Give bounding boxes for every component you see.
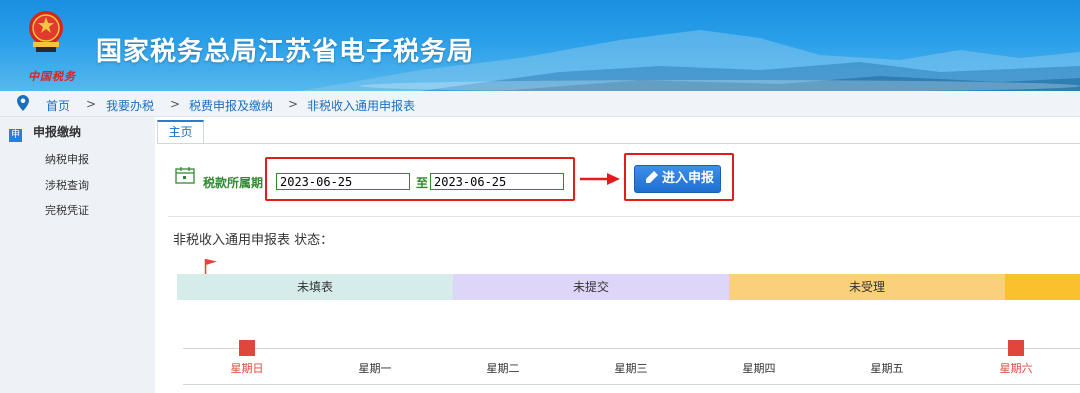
tax-emblem-icon: [29, 11, 63, 52]
edit-pen-icon: [646, 171, 658, 183]
status-next-stage: [1005, 274, 1080, 300]
weekday-thursday: 星期四: [742, 362, 776, 375]
sidebar-section-title: 申报缴纳: [33, 125, 82, 139]
site-header: 中国税务 国家税务总局江苏省电子税务局: [0, 0, 1080, 91]
weekday-saturday: 星期六: [999, 362, 1033, 375]
timeline-bottom-line: [183, 384, 1080, 385]
tab-home[interactable]: 主页: [157, 120, 204, 143]
breadcrumb-tax-handling[interactable]: 我要办税: [106, 97, 154, 114]
enter-declaration-label: 进入申报: [662, 171, 715, 186]
status-not-submitted: 未提交: [453, 274, 729, 300]
status-title: 非税收入通用申报表 状态：: [173, 233, 334, 248]
weekday-monday: 星期一: [358, 362, 392, 375]
breadcrumb-current: 非税收入通用申报表: [307, 99, 416, 113]
breadcrumb-separator: >: [170, 97, 181, 111]
enter-declaration-button[interactable]: 进入申报: [634, 165, 721, 193]
breadcrumb-separator: >: [288, 97, 299, 111]
sidebar-item-tax-inquiry[interactable]: 涉税查询: [45, 177, 89, 193]
breadcrumb-declaration[interactable]: 税费申报及缴纳: [189, 97, 273, 114]
breadcrumb-separator: >: [86, 97, 97, 111]
breadcrumb-home[interactable]: 首页: [46, 97, 70, 114]
sidebar: 申申报缴纳 纳税申报 涉税查询 完税凭证: [0, 117, 155, 393]
sidebar-item-tax-certificate[interactable]: 完税凭证: [45, 202, 89, 218]
declare-section-icon: 申: [9, 129, 22, 142]
weekday-sunday: 星期日: [230, 362, 264, 375]
sidebar-item-tax-declaration[interactable]: 纳税申报: [45, 151, 89, 167]
calendar-icon: [175, 167, 195, 184]
weekend-marker-saturday: [1008, 340, 1024, 356]
site-title[interactable]: 国家税务总局江苏省电子税务局: [96, 31, 474, 68]
breadcrumb: 首页 > 我要办税 > 税费申报及缴纳 > 非税收入通用申报表: [0, 91, 1080, 117]
date-range-highlight-box: [265, 157, 575, 201]
section-divider: [168, 216, 1080, 217]
weekday-wednesday: 星期三: [614, 362, 648, 375]
status-not-accepted: 未受理: [729, 274, 1005, 300]
status-not-filled: 未填表: [177, 274, 453, 300]
sidebar-section-header[interactable]: 申申报缴纳: [9, 123, 81, 142]
location-pin-icon: [17, 95, 29, 111]
emblem-script-text: 中国税务: [28, 70, 76, 83]
weekday-friday: 星期五: [870, 362, 904, 375]
tab-divider: [157, 143, 1080, 144]
arrow-right-icon: [580, 173, 620, 185]
timeline-line: [183, 348, 1080, 349]
weekday-tuesday: 星期二: [486, 362, 520, 375]
flag-icon: [204, 259, 217, 274]
weekend-marker-sunday: [239, 340, 255, 356]
